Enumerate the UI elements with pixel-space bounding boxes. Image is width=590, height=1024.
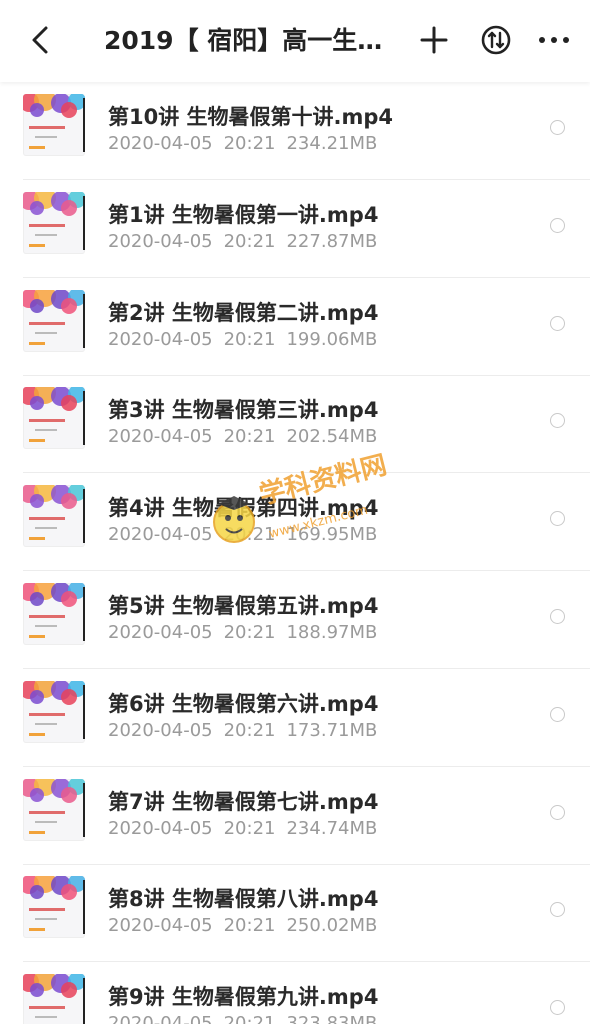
file-name: 第2讲 生物暑假第二讲.mp4 [108, 300, 379, 325]
file-date: 2020-04-05 [108, 524, 213, 546]
file-name: 第9讲 生物暑假第九讲.mp4 [108, 985, 379, 1010]
file-meta: 2020-04-05 20:21 202.54MB [108, 426, 377, 447]
select-radio[interactable] [550, 511, 565, 527]
video-thumbnail [23, 191, 85, 254]
file-date: 2020-04-05 [108, 622, 213, 643]
file-date: 2020-04-05 [108, 328, 213, 350]
file-time: 20:21 [223, 622, 276, 643]
file-date: 2020-04-05 [108, 1013, 213, 1024]
file-time: 20:21 [223, 719, 276, 741]
video-thumbnail [23, 680, 85, 743]
add-button[interactable] [414, 20, 454, 60]
list-item[interactable]: 第1讲 生物暑假第一讲.mp4 2020-04-05 20:21 227.87MB [0, 181, 590, 278]
video-thumbnail [23, 876, 85, 939]
file-time: 20:21 [223, 230, 276, 252]
select-radio[interactable] [550, 217, 565, 233]
file-size: 173.71MB [286, 719, 378, 741]
file-size: 188.97MB [286, 622, 378, 643]
video-thumbnail [23, 778, 85, 841]
list-item[interactable]: 第5讲 生物暑假第五讲.mp4 2020-04-05 20:21 188.97MB [0, 572, 590, 669]
chevron-left-icon [32, 26, 48, 54]
file-size: 169.95MB [286, 524, 378, 546]
select-radio[interactable] [550, 804, 565, 820]
file-name: 第5讲 生物暑假第五讲.mp4 [108, 594, 379, 618]
select-radio[interactable] [550, 609, 565, 624]
file-size: 250.02MB [286, 915, 378, 937]
select-radio[interactable] [550, 315, 565, 331]
file-name: 第10讲 生物暑假第十讲.mp4 [108, 105, 394, 129]
file-time: 20:21 [223, 524, 276, 546]
video-thumbnail [23, 583, 85, 645]
file-meta: 2020-04-05 20:21 173.71MB [108, 720, 377, 741]
file-meta: 2020-04-05 20:21 169.95MB [108, 524, 377, 545]
file-meta: 2020-04-05 20:21 227.87MB [108, 231, 377, 252]
file-meta: 2020-04-05 20:21 188.97MB [108, 622, 377, 643]
file-time: 20:21 [223, 328, 276, 350]
list-item[interactable]: 第8讲 生物暑假第八讲.mp4 2020-04-05 20:21 250.02MB [0, 865, 590, 963]
file-time: 20:21 [223, 133, 276, 154]
file-name: 第7讲 生物暑假第七讲.mp4 [108, 789, 379, 814]
file-date: 2020-04-05 [108, 426, 213, 448]
file-size: 234.74MB [286, 817, 378, 839]
video-thumbnail [23, 485, 85, 548]
file-meta: 2020-04-05 20:21 234.74MB [108, 818, 377, 839]
file-size: 199.06MB [286, 328, 378, 350]
file-time: 20:21 [223, 1013, 276, 1024]
list-item[interactable]: 第10讲 生物暑假第十讲.mp4 2020-04-05 20:21 234.21MB [0, 83, 590, 180]
file-meta: 2020-04-05 20:21 199.06MB [108, 329, 377, 350]
file-time: 20:21 [223, 426, 276, 448]
select-radio[interactable] [550, 120, 565, 135]
top-bar: 2019【 宿阳】高一生… [0, 0, 590, 82]
file-date: 2020-04-05 [108, 915, 213, 937]
list-item[interactable]: 第2讲 生物暑假第二讲.mp4 2020-04-05 20:21 199.06MB [0, 279, 590, 376]
file-meta: 2020-04-05 20:21 323.83MB [108, 1013, 377, 1024]
video-thumbnail [23, 974, 85, 1024]
file-size: 227.87MB [286, 230, 378, 252]
file-time: 20:21 [223, 817, 276, 839]
file-name: 第6讲 生物暑假第六讲.mp4 [108, 691, 379, 716]
file-time: 20:21 [223, 915, 276, 937]
list-item[interactable]: 第3讲 生物暑假第三讲.mp4 2020-04-05 20:21 202.54MB [0, 376, 590, 474]
select-radio[interactable] [550, 902, 565, 918]
back-button[interactable] [24, 20, 58, 60]
file-name: 第3讲 生物暑假第三讲.mp4 [108, 398, 379, 423]
select-radio[interactable] [550, 706, 565, 722]
file-date: 2020-04-05 [108, 230, 213, 252]
file-meta: 2020-04-05 20:21 234.21MB [108, 133, 377, 154]
file-date: 2020-04-05 [108, 133, 213, 154]
file-size: 323.83MB [286, 1013, 378, 1024]
video-thumbnail [23, 387, 85, 450]
file-date: 2020-04-05 [108, 817, 213, 839]
sort-icon [481, 25, 511, 55]
file-name: 第4讲 生物暑假第四讲.mp4 [108, 496, 379, 521]
list-item[interactable]: 第7讲 生物暑假第七讲.mp4 2020-04-05 20:21 234.74MB [0, 768, 590, 865]
video-thumbnail [23, 289, 85, 352]
page-title: 2019【 宿阳】高一生… [104, 26, 383, 55]
file-size: 202.54MB [286, 426, 378, 448]
list-item[interactable]: 第6讲 生物暑假第六讲.mp4 2020-04-05 20:21 173.71MB [0, 670, 590, 767]
sort-button[interactable] [476, 20, 516, 60]
file-date: 2020-04-05 [108, 719, 213, 741]
list-item[interactable]: 第9讲 生物暑假第九讲.mp4 2020-04-05 20:21 323.83MB [0, 963, 590, 1024]
file-list: 第10讲 生物暑假第十讲.mp4 2020-04-05 20:21 234.21MB 第… [0, 82, 590, 1024]
plus-icon [420, 26, 448, 54]
file-meta: 2020-04-05 20:21 250.02MB [108, 915, 377, 936]
video-thumbnail [23, 94, 85, 156]
more-icon [539, 37, 569, 43]
file-name: 第1讲 生物暑假第一讲.mp4 [108, 202, 379, 227]
more-button[interactable] [534, 20, 574, 60]
select-radio[interactable] [550, 1000, 565, 1016]
file-size: 234.21MB [286, 133, 378, 154]
file-name: 第8讲 生物暑假第八讲.mp4 [108, 887, 379, 912]
select-radio[interactable] [550, 413, 565, 429]
list-item[interactable]: 第4讲 生物暑假第四讲.mp4 2020-04-05 20:21 169.95MB [0, 474, 590, 572]
